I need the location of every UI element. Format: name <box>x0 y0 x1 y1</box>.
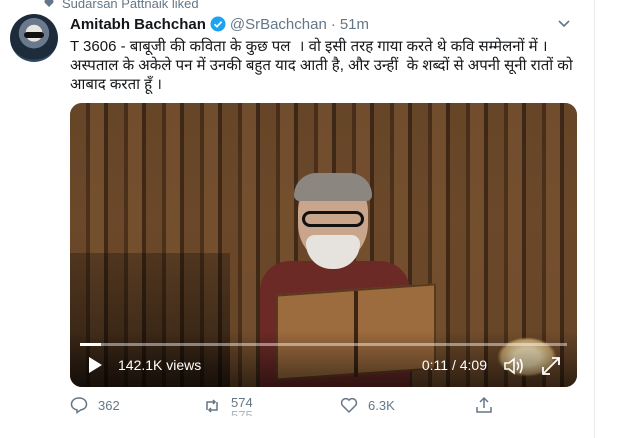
verified-badge-icon <box>210 16 226 32</box>
separator-dot: · <box>330 15 336 33</box>
video-progress-fill <box>80 343 101 346</box>
fullscreen-icon[interactable] <box>541 356 561 376</box>
social-context: Sudarsan Pattnaik liked <box>44 0 199 11</box>
retweet-count-next: 575 <box>231 409 253 416</box>
author-handle[interactable]: @SrBachchan <box>230 16 327 33</box>
retweet-count: 574 <box>231 395 253 410</box>
avatar[interactable] <box>10 14 58 62</box>
tweet-header: Amitabh Bachchan @SrBachchan · 51m <box>70 14 572 34</box>
play-icon[interactable] <box>86 356 104 374</box>
video-views: 142.1K views <box>118 357 202 373</box>
volume-icon[interactable] <box>503 356 525 376</box>
reply-count: 362 <box>98 397 120 413</box>
like-count: 6.3K <box>368 397 395 413</box>
video-controls: 142.1K views 0:11 / 4:09 <box>70 331 577 387</box>
reply-button[interactable]: 362 <box>70 396 120 414</box>
heart-icon <box>44 0 54 7</box>
author-name[interactable]: Amitabh Bachchan <box>70 16 206 33</box>
like-button[interactable]: 6.3K <box>340 396 395 414</box>
tweet-timestamp[interactable]: 51m <box>340 16 369 33</box>
share-icon <box>476 396 492 413</box>
video-player[interactable]: 142.1K views 0:11 / 4:09 <box>70 103 577 387</box>
share-button[interactable] <box>475 396 493 414</box>
tweet-card[interactable]: Sudarsan Pattnaik liked Amitabh Bachchan… <box>0 0 595 438</box>
retweet-icon <box>206 399 218 413</box>
social-context-text[interactable]: Sudarsan Pattnaik liked <box>62 0 199 11</box>
video-progress-bar[interactable] <box>80 343 567 346</box>
chevron-down-icon[interactable] <box>556 15 572 31</box>
retweet-count-stack: 574 575 <box>231 396 253 416</box>
reply-icon <box>70 397 88 414</box>
video-timecode: 0:11 / 4:09 <box>421 357 487 373</box>
retweet-button[interactable]: 574 575 <box>203 396 253 416</box>
tweet-text: T 3606 - बाबूजी की कविता के कुछ पल । वो … <box>70 38 577 93</box>
tweet-actions: 362 574 575 6.3K <box>70 396 510 420</box>
like-icon <box>340 397 358 414</box>
